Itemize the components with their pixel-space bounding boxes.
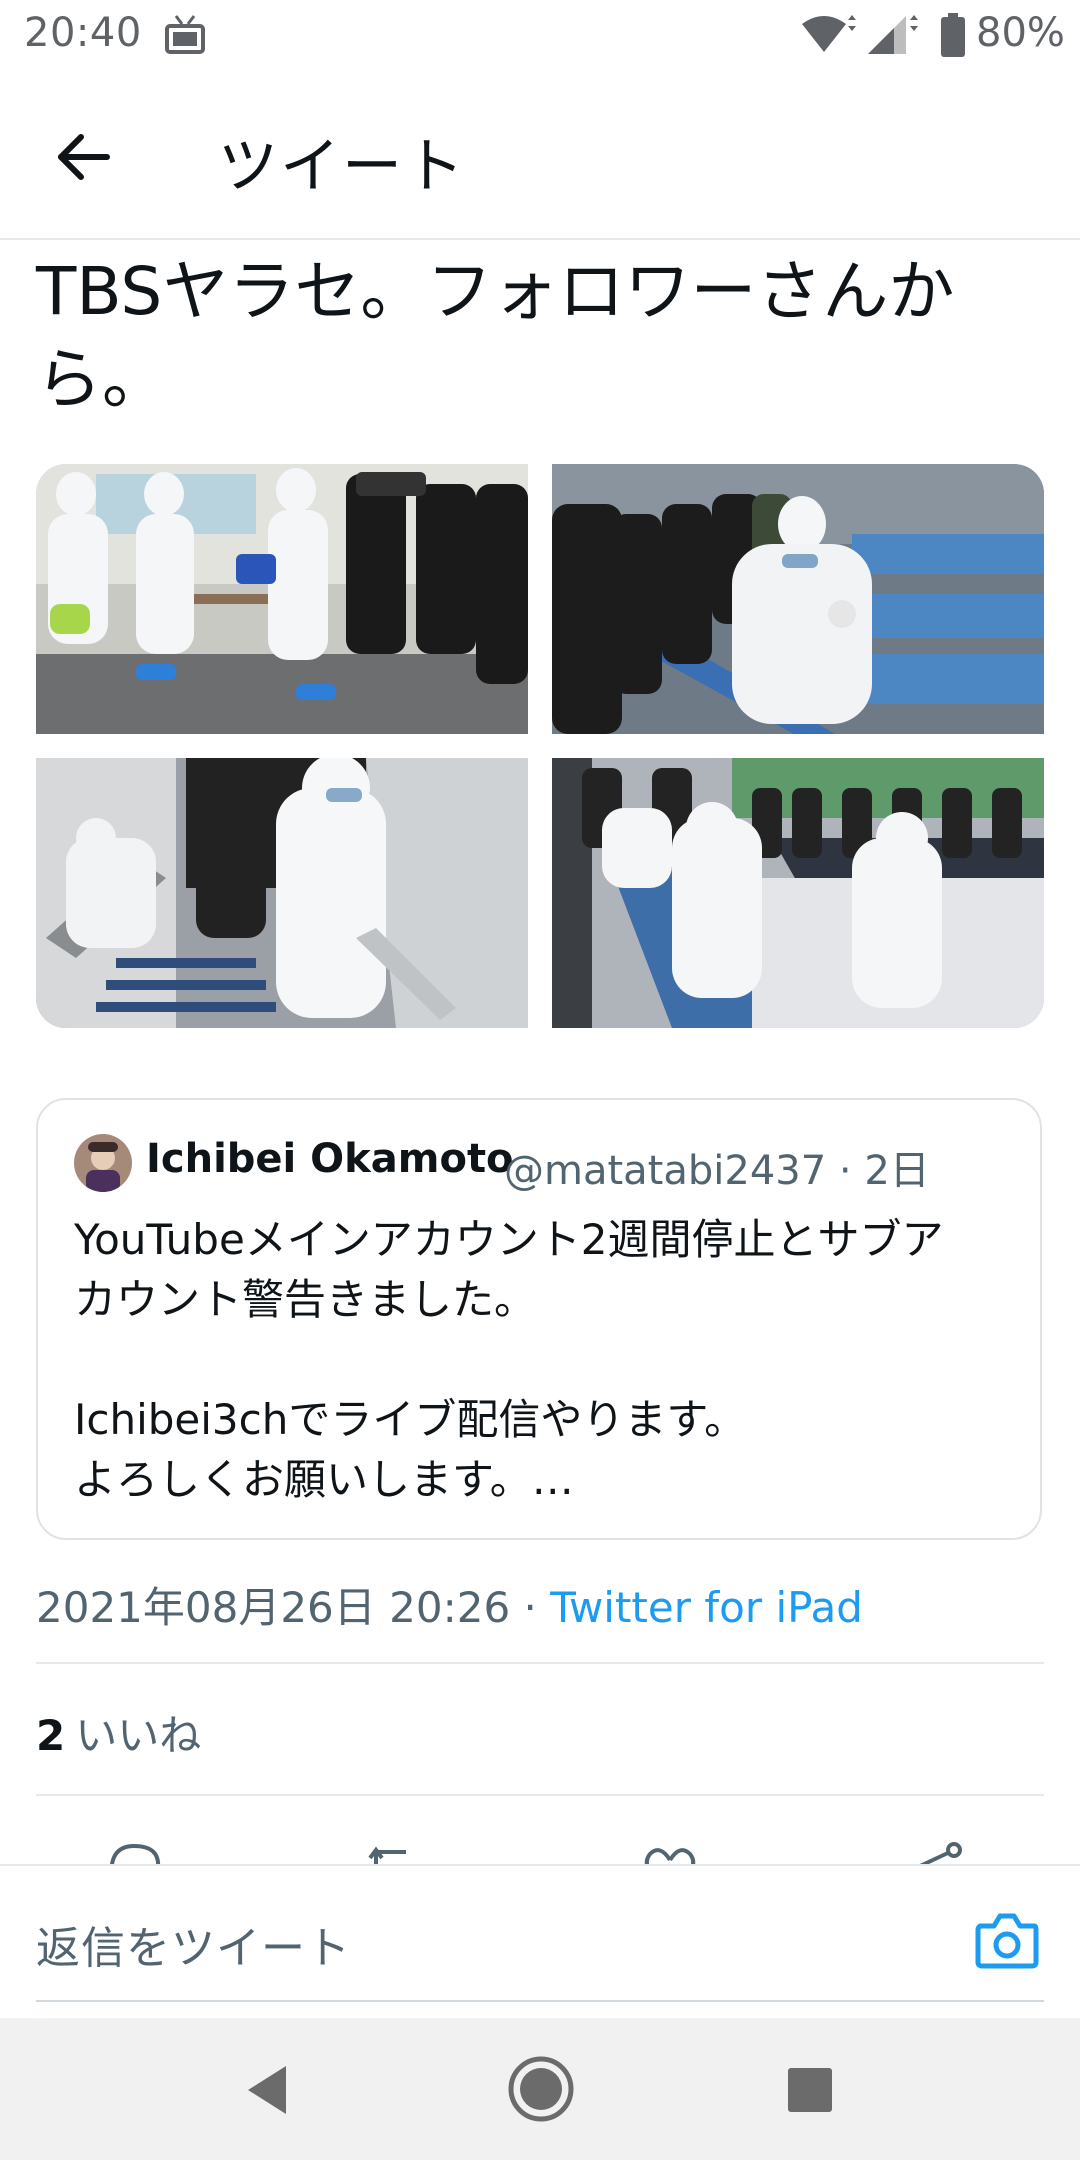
camera-button[interactable] (974, 1910, 1040, 1970)
reply-input-underline (36, 2000, 1044, 2002)
tweet-meta: 2021年08月26日 20:26 · Twitter for iPad (36, 1574, 863, 1635)
quoted-text-line: YouTubeメインアカウント2週間停止とサブア (74, 1215, 944, 1264)
wifi-icon (800, 14, 856, 60)
share-icon[interactable] (910, 1840, 970, 1866)
likes-row[interactable]: 2 いいね (36, 1702, 201, 1763)
camera-icon (975, 1913, 1039, 1969)
quoted-author-name: Ichibei Okamoto (146, 1136, 514, 1182)
tweet-text-line: TBSヤラセ。フォロワーさんか (36, 253, 955, 330)
nav-recents-icon[interactable] (786, 2066, 834, 2114)
tweet-source-link[interactable]: Twitter for iPad (550, 1583, 863, 1632)
likes-count: 2 (36, 1711, 66, 1760)
tweet-actions (0, 1832, 1080, 1866)
tweet-photo-2[interactable] (552, 464, 1044, 734)
quoted-text-line (74, 1330, 1014, 1390)
battery-percentage: 80% (976, 10, 1065, 56)
status-bar: 20:40 80% (0, 0, 1080, 74)
battery-icon (940, 12, 966, 62)
divider (36, 1662, 1044, 1664)
divider (36, 1794, 1044, 1796)
like-icon[interactable] (640, 1840, 700, 1866)
likes-label: いいね (75, 1711, 202, 1760)
quoted-author-handle: @matatabi2437 · 2日 (504, 1148, 930, 1194)
reply-icon[interactable] (104, 1840, 164, 1866)
nav-back-icon[interactable] (242, 2062, 292, 2118)
tweet-text-line: ら。 (36, 341, 168, 418)
retweet-icon[interactable] (366, 1840, 426, 1866)
quoted-tweet-card[interactable]: Ichibei Okamoto @matatabi2437 · 2日 YouTu… (36, 1098, 1042, 1540)
back-button[interactable] (40, 114, 126, 200)
tweet-photo-4[interactable] (552, 758, 1044, 1028)
page-title: ツイート (218, 132, 466, 202)
status-time: 20:40 (24, 10, 142, 56)
tweet-timestamp: 2021年08月26日 20:26 (36, 1583, 511, 1632)
quoted-text-line: カウント警告きました。 (74, 1275, 537, 1324)
top-app-bar: ツイート (0, 74, 1080, 240)
tv-icon (164, 14, 206, 62)
tweet-photo-1[interactable] (36, 464, 528, 734)
system-nav-bar (0, 2018, 1080, 2160)
quoted-tweet-text: YouTubeメインアカウント2週間停止とサブア カウント警告きました。 Ich… (74, 1210, 1014, 1510)
quoted-text-line: よろしくお願いします。… (74, 1455, 574, 1504)
meta-separator: · (510, 1583, 551, 1632)
signal-icon (866, 14, 922, 62)
nav-home-icon[interactable] (506, 2054, 576, 2124)
arrow-left-icon (58, 134, 110, 180)
tweet-photo-3[interactable] (36, 758, 528, 1028)
quoted-text-line: Ichibei3chでライブ配信やります。 (74, 1395, 747, 1444)
reply-bar: 返信をツイート (0, 1864, 1080, 2020)
avatar (74, 1134, 132, 1192)
reply-input[interactable]: 返信をツイート (36, 1912, 351, 1976)
tweet-text: TBSヤラセ。フォロワーさんか ら。 (36, 248, 1046, 424)
